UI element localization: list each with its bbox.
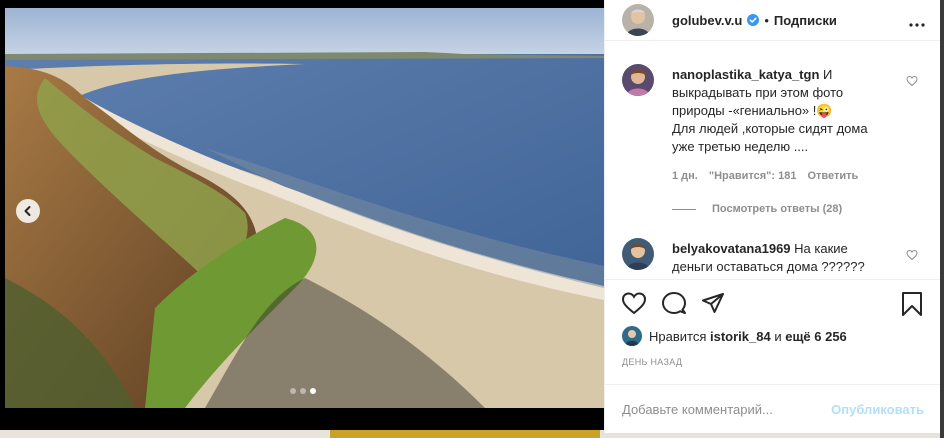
commenter-username[interactable]: belyakovatana1969 xyxy=(672,241,791,256)
comment-like-heart-icon[interactable] xyxy=(906,248,918,266)
media-top-bar xyxy=(0,0,604,8)
comment-line: уже третью неделю .... xyxy=(672,139,809,154)
commenter-username[interactable]: nanoplastika_katya_tgn xyxy=(672,67,819,82)
commenter-avatar[interactable] xyxy=(622,64,654,96)
replies-line xyxy=(672,208,696,210)
header-separator: • xyxy=(764,12,769,28)
liker-avatar xyxy=(622,326,642,346)
comment-bubble-icon[interactable] xyxy=(661,291,687,320)
post-timestamp[interactable]: ДЕНЬ НАЗАД xyxy=(622,357,682,367)
view-replies-button[interactable]: Посмотреть ответы (28) xyxy=(672,203,842,215)
carousel-prev-button[interactable] xyxy=(16,199,40,223)
reply-button[interactable]: Ответить xyxy=(807,170,858,182)
post-side-panel: golubev.v.u • Подписки nanoplastika_katy… xyxy=(604,0,941,433)
carousel-dot xyxy=(300,388,306,394)
comment-like-heart-icon[interactable] xyxy=(906,74,918,92)
like-heart-icon[interactable] xyxy=(621,291,647,320)
chevron-left-icon xyxy=(24,206,31,216)
comment-age: 1 дн. xyxy=(672,170,698,182)
post-media xyxy=(0,0,604,438)
comment-meta: 1 дн. "Нравится": 181 Ответить xyxy=(672,170,858,182)
comment-line: На какие xyxy=(794,241,848,256)
likes-others-count[interactable]: ещё 6 256 xyxy=(785,329,847,344)
comment-text: belyakovatana1969 На какие деньги остава… xyxy=(672,240,902,276)
following-button[interactable]: Подписки xyxy=(774,13,837,28)
commenter-avatar[interactable] xyxy=(622,238,654,270)
post-photo[interactable] xyxy=(5,8,604,408)
verified-badge-icon xyxy=(747,14,760,26)
comment-line: природы -«гениально» !😜 xyxy=(672,103,833,118)
author-avatar[interactable] xyxy=(622,4,654,36)
avatar-image xyxy=(622,64,654,96)
window-edge xyxy=(940,0,944,438)
view-replies-label: Посмотреть ответы (28) xyxy=(712,203,843,215)
share-send-icon[interactable] xyxy=(701,291,725,320)
carousel-dot-active xyxy=(310,388,316,394)
avatar-image xyxy=(622,4,654,36)
more-options-icon[interactable] xyxy=(909,11,925,32)
add-comment-bar: Опубликовать xyxy=(605,384,941,433)
comment-line: И xyxy=(823,67,833,82)
bookmark-save-icon[interactable] xyxy=(901,291,923,322)
add-comment-input[interactable] xyxy=(622,401,832,417)
comments-list[interactable]: nanoplastika_katya_tgn И выкрадывать при… xyxy=(605,56,941,278)
liker-username[interactable]: istorik_84 xyxy=(710,329,771,344)
post-actions: Нравится istorik_84 и ещё 6 256 ДЕНЬ НАЗ… xyxy=(605,279,941,375)
post-header: golubev.v.u • Подписки xyxy=(605,0,941,41)
comment-line: Для людей ,которые сидят дома xyxy=(672,121,868,136)
comment-like-count[interactable]: "Нравится": 181 xyxy=(709,170,797,182)
coastline-photo xyxy=(5,8,604,408)
comment-text: nanoplastika_katya_tgn И выкрадывать при… xyxy=(672,66,902,156)
likes-summary[interactable]: Нравится istorik_84 и ещё 6 256 xyxy=(622,326,847,346)
likes-prefix: Нравится xyxy=(649,328,707,344)
likes-and: и xyxy=(774,328,782,344)
comment-line: выкрадывать при этом фото xyxy=(672,85,844,100)
carousel-indicator xyxy=(290,388,316,394)
carousel-dot xyxy=(290,388,296,394)
author-username[interactable]: golubev.v.u xyxy=(672,13,742,28)
publish-comment-button[interactable]: Опубликовать xyxy=(831,402,924,417)
comment-line: деньги оставаться дома ?????? xyxy=(672,259,865,274)
avatar-image xyxy=(622,326,642,346)
avatar-image xyxy=(622,238,654,270)
